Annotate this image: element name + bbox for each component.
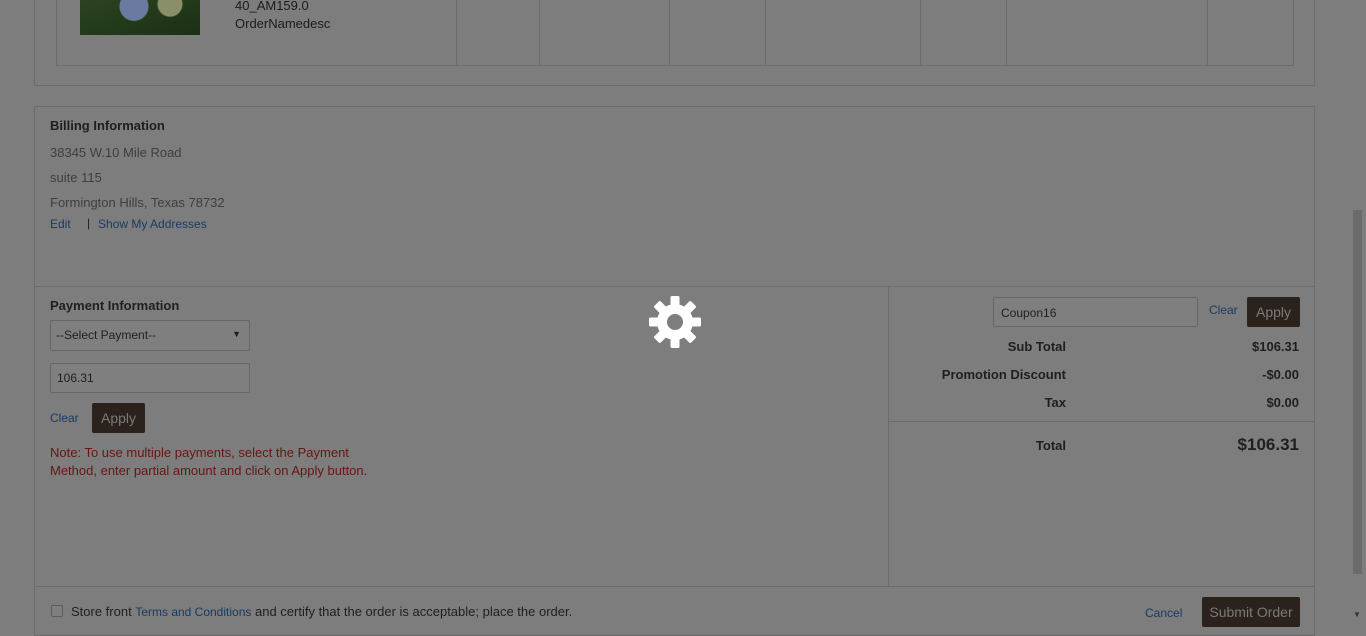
gear-icon	[649, 296, 701, 348]
cancel-link[interactable]: Cancel	[1145, 606, 1182, 620]
coupon-apply-button[interactable]: Apply	[1247, 297, 1300, 327]
payment-method-select[interactable]: --Select Payment-- ▼	[50, 320, 250, 351]
payment-note: Note: To use multiple payments, select t…	[50, 445, 368, 478]
column-divider	[669, 0, 670, 65]
show-addresses-link[interactable]: Show My Addresses	[98, 217, 207, 231]
payment-apply-button[interactable]: Apply	[92, 403, 145, 433]
column-divider	[1207, 0, 1208, 65]
payment-clear-link[interactable]: Clear	[50, 411, 79, 425]
total-label: Total	[1035, 438, 1066, 453]
terms-link[interactable]: Terms and Conditions	[135, 605, 251, 619]
column-divider	[920, 0, 921, 65]
terms-prefix: Store front	[71, 604, 136, 619]
checkout-page: 40_AM159.0 OrderNamedesc Billing Informa…	[0, 0, 1349, 636]
billing-address-line2: suite 115	[50, 170, 102, 185]
payment-amount-input[interactable]: 106.31	[50, 363, 250, 393]
column-divider	[539, 0, 540, 65]
scrollbar-thumb[interactable]	[1353, 210, 1362, 574]
billing-address-line3: Formington Hills, Texas 78732	[50, 195, 225, 210]
subtotal-label: Sub Total	[1007, 339, 1066, 354]
tax-value: $0.00	[1266, 395, 1299, 410]
section-divider	[35, 286, 1314, 287]
terms-text: Store front Terms and Conditions and cer…	[71, 604, 572, 619]
terms-checkbox[interactable]	[51, 605, 63, 617]
promotion-discount-value: -$0.00	[1262, 367, 1299, 382]
billing-title: Billing Information	[50, 118, 165, 133]
column-divider	[888, 286, 889, 587]
column-divider	[1006, 0, 1007, 65]
product-image	[80, 0, 200, 35]
checkout-panel: Billing Information 38345 W.10 Mile Road…	[34, 106, 1315, 636]
product-description: OrderNamedesc	[235, 16, 331, 31]
payment-select-value: --Select Payment--	[56, 328, 157, 342]
tax-label: Tax	[1044, 395, 1066, 410]
billing-address-line1: 38345 W.10 Mile Road	[50, 145, 182, 160]
coupon-input[interactable]: Coupon16	[993, 297, 1198, 327]
vertical-scrollbar[interactable]: ▼	[1349, 0, 1366, 623]
edit-address-link[interactable]: Edit	[50, 217, 71, 231]
coupon-clear-link[interactable]: Clear	[1209, 303, 1238, 317]
link-separator: |	[87, 216, 91, 230]
caret-down-icon: ▼	[232, 329, 241, 339]
promotion-discount-label: Promotion Discount	[941, 367, 1066, 382]
arrow-down-icon[interactable]: ▼	[1353, 610, 1361, 619]
summary-divider	[888, 421, 1314, 422]
terms-suffix: and certify that the order is acceptable…	[251, 604, 573, 619]
order-items-table: 40_AM159.0 OrderNamedesc	[56, 0, 1294, 66]
product-sku: 40_AM159.0	[235, 0, 309, 13]
subtotal-value: $106.31	[1252, 339, 1299, 354]
footer-divider	[35, 586, 1314, 587]
column-divider	[765, 0, 766, 65]
payment-title: Payment Information	[50, 298, 180, 313]
total-value: $106.31	[1237, 435, 1299, 454]
column-divider	[456, 0, 457, 65]
order-items-section: 40_AM159.0 OrderNamedesc	[34, 0, 1315, 86]
